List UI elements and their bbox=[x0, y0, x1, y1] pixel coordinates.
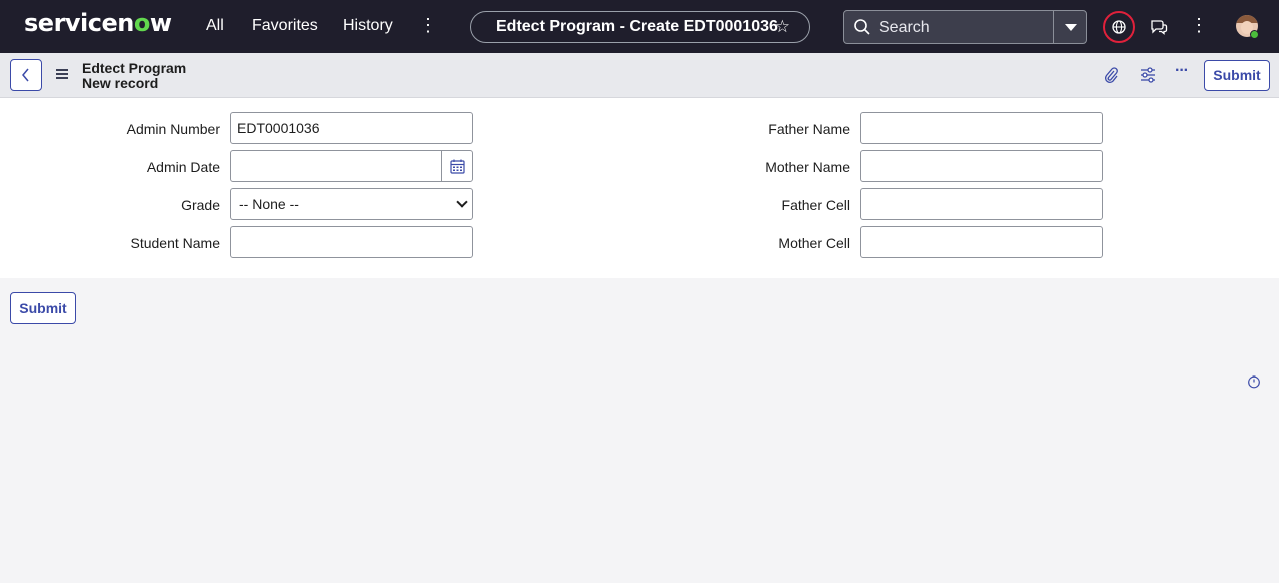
calendar-icon bbox=[450, 159, 465, 174]
mother-cell-field[interactable] bbox=[860, 226, 1103, 258]
search-scope-dropdown[interactable] bbox=[1053, 11, 1086, 43]
servicenow-logo[interactable]: servicenow bbox=[24, 9, 172, 37]
submit-button-top[interactable]: Submit bbox=[1204, 60, 1270, 91]
page-title-pill[interactable]: Edtect Program - Create EDT0001036 ☆ bbox=[470, 11, 810, 43]
label-father-cell: Father Cell bbox=[781, 197, 850, 213]
user-menu-more-icon[interactable]: ⋮ bbox=[1190, 15, 1208, 37]
chat-icon[interactable] bbox=[1150, 18, 1168, 36]
search-input[interactable]: Search bbox=[879, 19, 930, 37]
search-icon bbox=[854, 19, 870, 35]
chevron-down-icon bbox=[456, 196, 468, 208]
form-header: Edtect Program New record ··· Submit bbox=[0, 53, 1279, 98]
chevron-left-icon bbox=[22, 68, 29, 82]
label-mother-cell: Mother Cell bbox=[778, 235, 850, 251]
father-cell-field[interactable] bbox=[860, 188, 1103, 220]
label-father-name: Father Name bbox=[768, 121, 850, 137]
settings-sliders-icon[interactable] bbox=[1139, 66, 1157, 84]
mother-name-field[interactable] bbox=[860, 150, 1103, 182]
presence-status-dot bbox=[1250, 30, 1259, 39]
nav-more-icon[interactable]: ⋮ bbox=[419, 15, 437, 37]
nav-favorites[interactable]: Favorites bbox=[252, 17, 318, 35]
globe-icon bbox=[1112, 20, 1126, 34]
label-mother-name: Mother Name bbox=[765, 159, 850, 175]
paperclip-icon[interactable] bbox=[1102, 66, 1120, 84]
student-name-field[interactable] bbox=[230, 226, 473, 258]
nav-history[interactable]: History bbox=[343, 17, 393, 35]
admin-number-field[interactable]: EDT0001036 bbox=[230, 112, 473, 144]
admin-date-field[interactable] bbox=[230, 150, 442, 182]
record-form: Admin Number EDT0001036 Admin Date Grade… bbox=[0, 98, 1279, 278]
star-icon[interactable]: ☆ bbox=[775, 12, 790, 42]
top-nav-bar: servicenow All Favorites History ⋮ Edtec… bbox=[0, 0, 1279, 53]
submit-button-bottom[interactable]: Submit bbox=[10, 292, 76, 324]
globe-button[interactable] bbox=[1103, 11, 1135, 43]
father-name-field[interactable] bbox=[860, 112, 1103, 144]
grade-select[interactable]: -- None -- bbox=[230, 188, 473, 220]
more-actions-icon[interactable]: ··· bbox=[1175, 62, 1193, 80]
label-admin-date: Admin Date bbox=[146, 159, 220, 175]
label-student-name: Student Name bbox=[130, 235, 221, 251]
nav-all[interactable]: All bbox=[206, 17, 224, 35]
back-button[interactable] bbox=[10, 59, 42, 91]
label-grade: Grade bbox=[181, 197, 220, 213]
page-title: Edtect Program - Create EDT0001036 bbox=[496, 18, 778, 35]
record-subtitle: New record bbox=[82, 75, 159, 91]
grade-selected-value: -- None -- bbox=[239, 196, 299, 212]
label-admin-number: Admin Number bbox=[126, 121, 220, 137]
global-search[interactable]: Search bbox=[843, 10, 1087, 44]
timer-icon[interactable] bbox=[1247, 375, 1261, 389]
context-menu-icon[interactable] bbox=[56, 69, 68, 79]
calendar-button[interactable] bbox=[441, 150, 473, 182]
table-title: Edtect Program bbox=[82, 60, 187, 76]
